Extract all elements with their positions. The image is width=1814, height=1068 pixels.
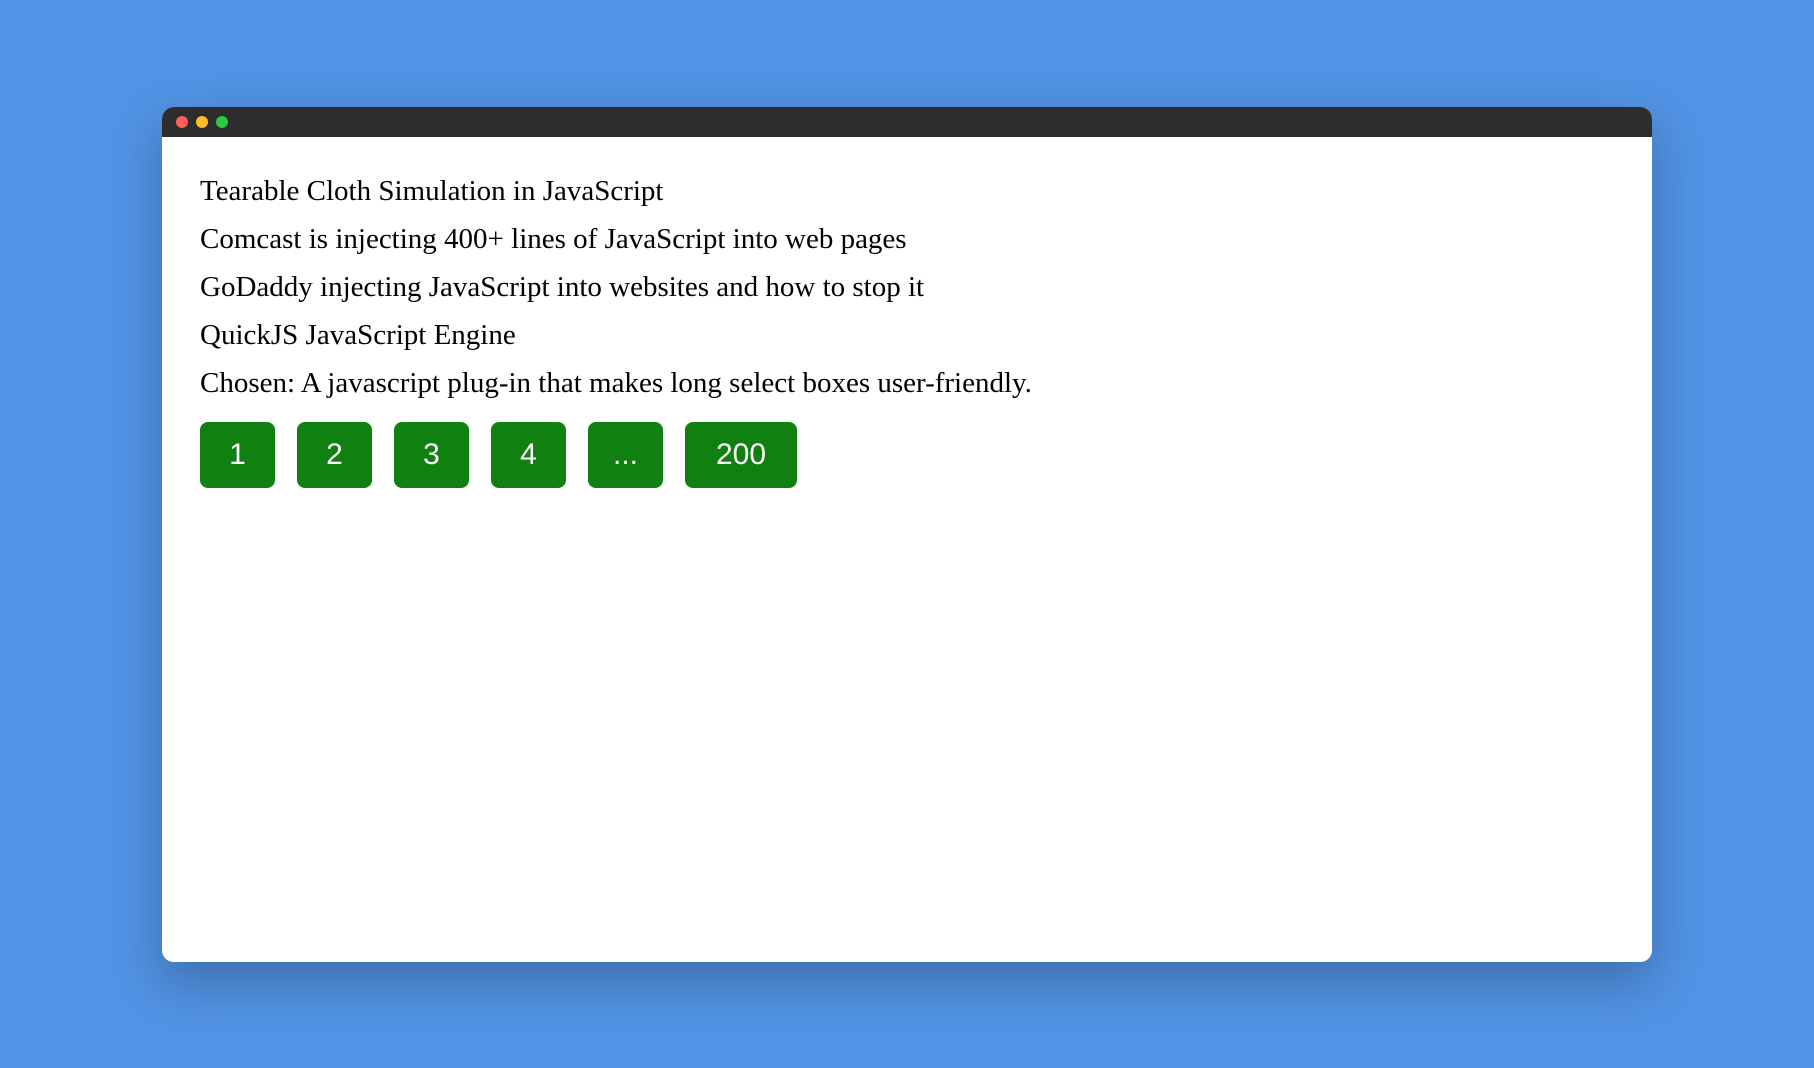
page-ellipsis-button[interactable]: ... [588,422,663,488]
list-item: Chosen: A javascript plug-in that makes … [200,367,1614,400]
page-3-button[interactable]: 3 [394,422,469,488]
minimize-icon[interactable] [196,116,208,128]
page-2-button[interactable]: 2 [297,422,372,488]
pagination: 1 2 3 4 ... 200 [200,422,1614,488]
maximize-icon[interactable] [216,116,228,128]
app-window: Tearable Cloth Simulation in JavaScript … [162,107,1652,962]
window-titlebar [162,107,1652,137]
close-icon[interactable] [176,116,188,128]
list-item: GoDaddy injecting JavaScript into websit… [200,271,1614,304]
page-200-button[interactable]: 200 [685,422,797,488]
list-item: Tearable Cloth Simulation in JavaScript [200,175,1614,208]
list-item: Comcast is injecting 400+ lines of JavaS… [200,223,1614,256]
page-1-button[interactable]: 1 [200,422,275,488]
list-item: QuickJS JavaScript Engine [200,319,1614,352]
content-area: Tearable Cloth Simulation in JavaScript … [162,137,1652,962]
page-4-button[interactable]: 4 [491,422,566,488]
